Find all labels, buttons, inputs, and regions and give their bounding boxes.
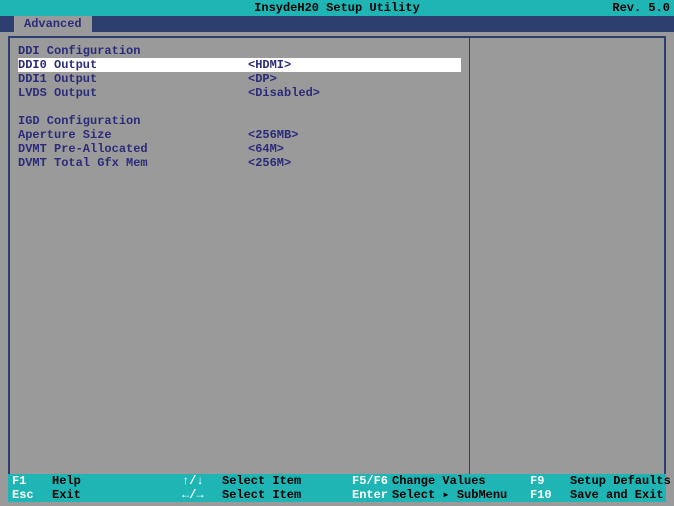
key-f5f6: F5/F6 [352, 474, 392, 488]
setting-value: <256MB> [248, 128, 461, 142]
setting-label: LVDS Output [18, 86, 248, 100]
footer-text: Save and Exit [570, 488, 664, 502]
footer-select-submenu: EnterSelect ▸ SubMenu [352, 488, 530, 502]
section-heading: IGD Configuration [18, 114, 140, 128]
key-esc: Esc [12, 488, 52, 502]
setting-value: <Disabled> [248, 86, 461, 100]
settings-pane: DDI Configuration DDI0 Output <HDMI> DDI… [10, 38, 470, 478]
setting-label: DVMT Pre-Allocated [18, 142, 248, 156]
footer-text: Select Item [222, 474, 301, 488]
setting-dvmt-pre-allocated[interactable]: DVMT Pre-Allocated <64M> [18, 142, 461, 156]
footer-text: Exit [52, 488, 81, 502]
setting-value: <256M> [248, 156, 461, 170]
footer-help: F1Help [12, 474, 182, 488]
setting-value: <DP> [248, 72, 461, 86]
help-pane [470, 38, 664, 478]
setting-ddi1-output[interactable]: DDI1 Output <DP> [18, 72, 461, 86]
setting-aperture-size[interactable]: Aperture Size <256MB> [18, 128, 461, 142]
key-f9: F9 [530, 474, 570, 488]
footer-text: Setup Defaults [570, 474, 671, 488]
setting-label: DVMT Total Gfx Mem [18, 156, 248, 170]
setting-value: <64M> [248, 142, 461, 156]
footer-text: Help [52, 474, 81, 488]
app-title: InsydeH20 Setup Utility [0, 0, 674, 16]
content-area: DDI Configuration DDI0 Output <HDMI> DDI… [8, 36, 666, 480]
footer-save-exit: F10Save and Exit [530, 488, 671, 502]
setting-label: DDI1 Output [18, 72, 248, 86]
spacer [18, 100, 461, 114]
key-f1: F1 [12, 474, 52, 488]
setting-label: DDI0 Output [18, 58, 248, 72]
tab-bar: Advanced [0, 16, 674, 32]
key-f10: F10 [530, 488, 570, 502]
tab-advanced[interactable]: Advanced [14, 16, 92, 32]
key-leftright: ←/→ [182, 488, 222, 502]
footer-select-item-vert: ↑/↓Select Item [182, 474, 352, 488]
setting-value: <HDMI> [248, 58, 461, 72]
ddi-configuration-heading: DDI Configuration [18, 44, 461, 58]
footer-text: Change Values [392, 474, 486, 488]
title-bar: InsydeH20 Setup Utility Rev. 5.0 [0, 0, 674, 16]
footer-bar: F1Help ↑/↓Select Item F5/F6Change Values… [8, 474, 666, 502]
setting-lvds-output[interactable]: LVDS Output <Disabled> [18, 86, 461, 100]
footer-text: Select ▸ SubMenu [392, 488, 507, 502]
key-enter: Enter [352, 488, 392, 502]
setting-ddi0-output[interactable]: DDI0 Output <HDMI> [18, 58, 461, 72]
setting-dvmt-total-gfx-mem[interactable]: DVMT Total Gfx Mem <256M> [18, 156, 461, 170]
footer-text: Select Item [222, 488, 301, 502]
setting-label: Aperture Size [18, 128, 248, 142]
igd-configuration-heading: IGD Configuration [18, 114, 461, 128]
footer-change-values: F5/F6Change Values [352, 474, 530, 488]
key-updown: ↑/↓ [182, 474, 222, 488]
footer-select-item-horiz: ←/→Select Item [182, 488, 352, 502]
footer-setup-defaults: F9Setup Defaults [530, 474, 671, 488]
footer-exit: EscExit [12, 488, 182, 502]
revision-label: Rev. 5.0 [612, 0, 670, 16]
section-heading: DDI Configuration [18, 44, 140, 58]
